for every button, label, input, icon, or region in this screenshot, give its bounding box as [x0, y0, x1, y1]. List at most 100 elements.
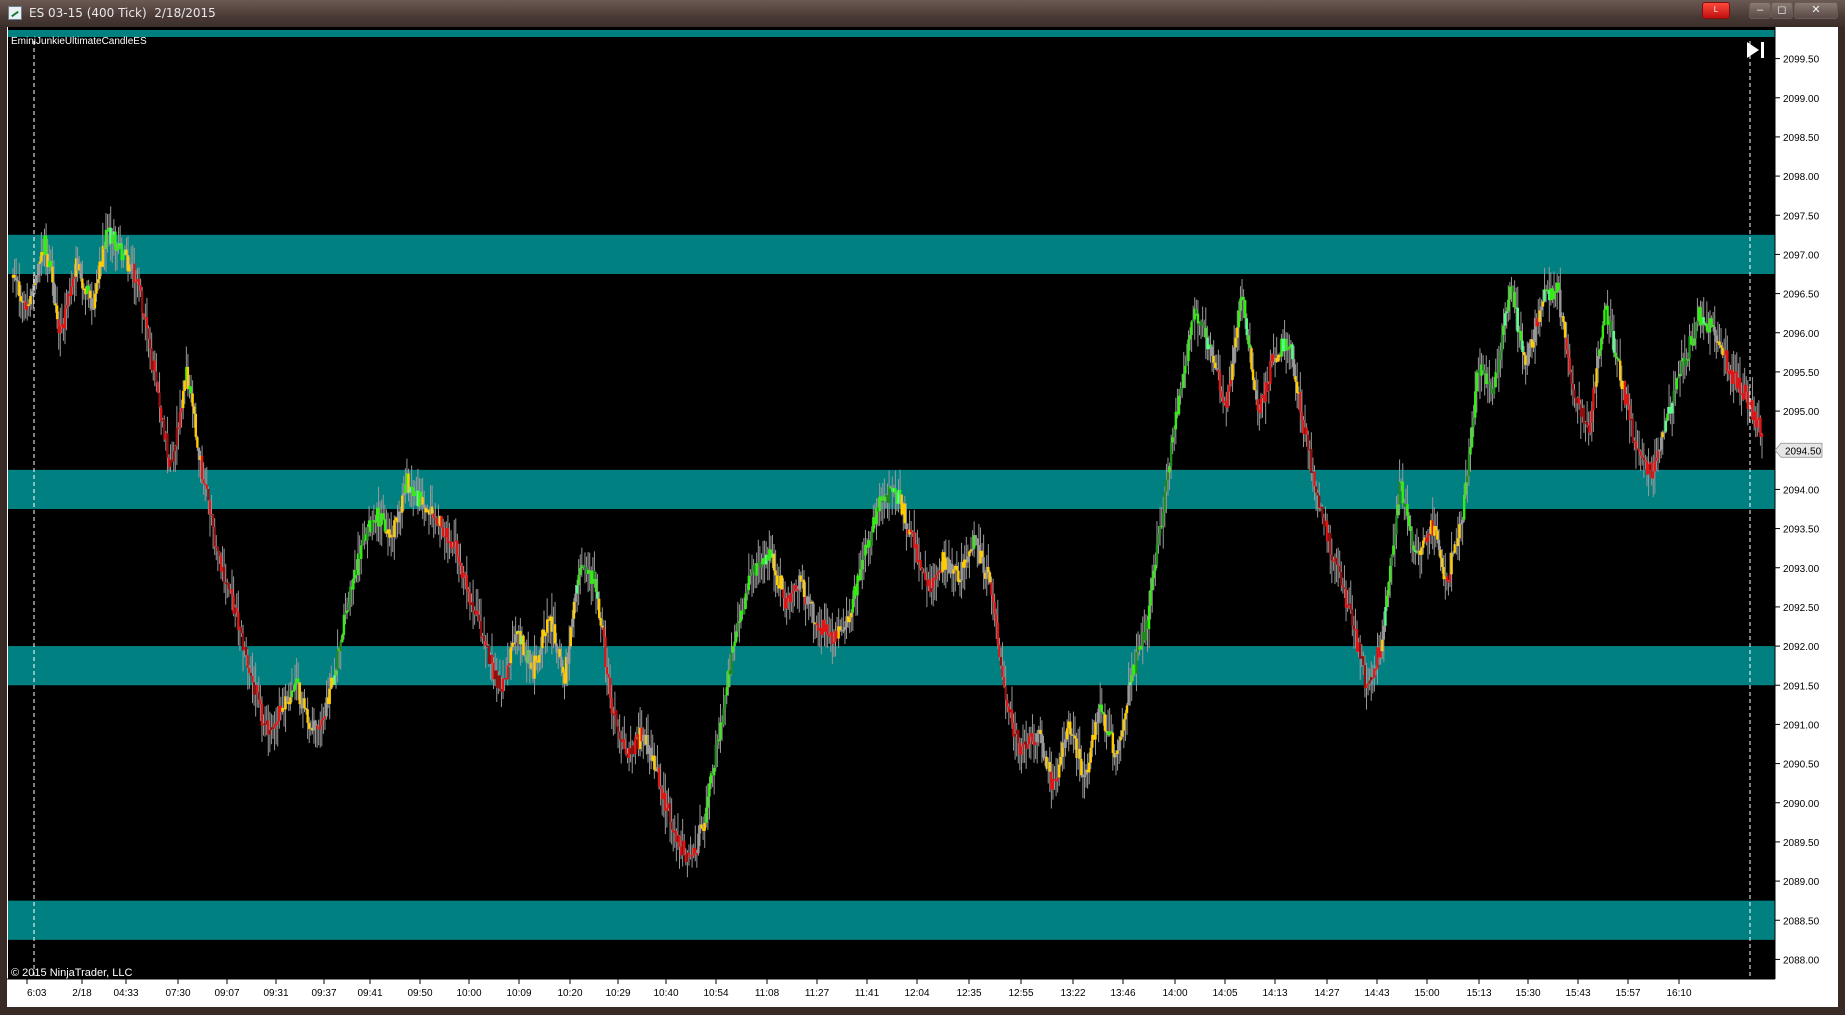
candle-body: [1177, 395, 1181, 415]
candle-body: [377, 507, 380, 527]
candle-body: [790, 593, 793, 603]
candle-body: [750, 571, 754, 574]
candle-body: [1508, 286, 1512, 300]
price-chart[interactable]: 2099.50 2099.00 2098.50 2098.00 2097.50 2097.…: [7, 27, 1838, 1007]
candle-body: [142, 313, 145, 318]
candle-body: [1229, 379, 1233, 385]
candle-body: [1058, 764, 1061, 778]
candle-body: [568, 646, 571, 664]
candle-body: [1598, 350, 1601, 356]
time-tick-label: 13:46: [1110, 988, 1135, 999]
candle-body: [421, 497, 424, 505]
candle-body: [276, 721, 279, 725]
candle-body: [104, 229, 108, 249]
candle-body: [1642, 457, 1646, 460]
candle-body: [828, 635, 831, 637]
candle-body: [1659, 437, 1663, 450]
candle-body: [314, 720, 317, 726]
candle-body: [955, 565, 959, 571]
candle-body: [180, 408, 183, 413]
candle-body: [569, 627, 572, 647]
candle-body: [347, 602, 350, 611]
candle-body: [1116, 750, 1119, 754]
candle-body: [35, 275, 38, 284]
candle-body: [1513, 291, 1516, 308]
candle-body: [1448, 574, 1452, 582]
candle-body: [1114, 753, 1118, 758]
candle-body: [208, 500, 212, 515]
candle-body: [1489, 384, 1493, 389]
candle-body: [615, 710, 618, 727]
candle-body: [1538, 310, 1542, 322]
candle-body: [81, 278, 84, 289]
candle-body: [1396, 504, 1400, 516]
alert-button[interactable]: L: [1702, 2, 1730, 19]
candle-body: [1234, 337, 1237, 348]
candle-body: [1366, 683, 1370, 685]
time-tick-label: 14:05: [1212, 988, 1237, 999]
candle-body: [703, 822, 706, 831]
candle-body: [780, 575, 784, 590]
price-tick-label: 2092.00: [1783, 642, 1820, 653]
candle-body: [1395, 515, 1398, 535]
candle-body: [1250, 347, 1253, 370]
candle-body: [1434, 526, 1438, 531]
candle-body: [920, 568, 924, 572]
candle-body: [1335, 557, 1338, 565]
candle-body: [1566, 350, 1570, 358]
candle-body: [1179, 388, 1182, 396]
candle-body: [810, 601, 814, 604]
time-tick-label: 10:09: [506, 988, 531, 999]
candle-body: [596, 591, 599, 599]
candle-body: [826, 624, 829, 636]
skip-to-end-icon[interactable]: [1745, 40, 1767, 60]
candle-body: [1059, 756, 1063, 765]
candle-body: [1612, 331, 1616, 353]
candle-body: [1593, 386, 1597, 389]
candle-body: [1540, 306, 1543, 311]
candle-body: [213, 527, 216, 547]
time-tick-label: 10:20: [557, 988, 582, 999]
current-price-label: 2094.50: [1785, 446, 1822, 457]
candle-body: [352, 578, 355, 590]
candle-body: [1184, 365, 1187, 374]
candle-body: [1385, 595, 1389, 608]
candle-body: [1653, 460, 1657, 472]
time-tick-label: 16:10: [1666, 988, 1691, 999]
time-tick-label: 11:08: [755, 988, 780, 999]
candle-body: [879, 496, 883, 501]
chart-panel[interactable]: 2099.50 2099.00 2098.50 2098.00 2097.50 2097.…: [7, 27, 1838, 1007]
candle-body: [1362, 656, 1365, 666]
minimize-button[interactable]: –: [1749, 2, 1771, 19]
time-tick-label: 15:30: [1515, 988, 1540, 999]
candle-body: [722, 708, 725, 725]
candle-body: [166, 433, 169, 458]
price-tick-label: 2097.50: [1783, 211, 1820, 222]
close-button[interactable]: ✕: [1794, 2, 1838, 19]
time-tick-label: 09:07: [214, 988, 239, 999]
candle-body: [1232, 347, 1236, 364]
candle-body: [334, 670, 338, 676]
candle-body: [1217, 369, 1220, 373]
candle-body: [248, 667, 251, 673]
candle-body: [657, 767, 661, 787]
candle-body: [196, 437, 199, 448]
candle-body: [289, 697, 292, 705]
candle-body: [1609, 320, 1612, 331]
price-tick-label: 2093.50: [1783, 525, 1820, 536]
candle-body: [114, 231, 117, 251]
app-icon: [8, 6, 22, 20]
candle-body: [87, 285, 90, 291]
candle-body: [733, 641, 736, 647]
candle-body: [1171, 437, 1174, 443]
restore-button[interactable]: ◻: [1771, 2, 1793, 19]
copyright-text: © 2015 NinjaTrader, LLC: [11, 967, 133, 979]
candle-body: [111, 234, 114, 244]
candle-body: [501, 678, 505, 692]
candle-body: [832, 641, 836, 644]
candle-body: [1004, 686, 1007, 700]
candle-body: [1384, 607, 1387, 626]
sr-zone-band: [8, 234, 1775, 274]
candle-body: [1647, 463, 1650, 475]
candle-body: [597, 598, 601, 618]
